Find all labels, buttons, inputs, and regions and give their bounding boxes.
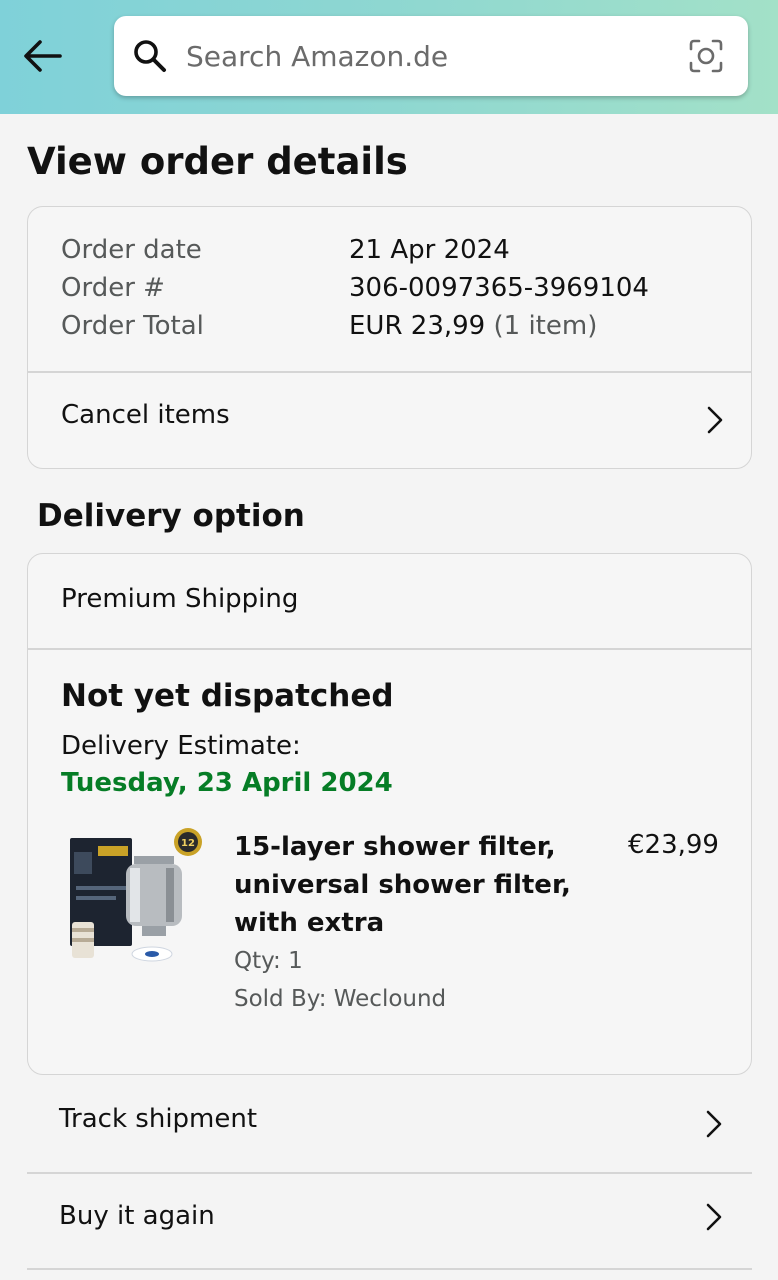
shipping-method: Premium Shipping	[61, 584, 299, 614]
svg-text:12: 12	[181, 838, 195, 849]
cancel-items-label: Cancel items	[61, 400, 230, 430]
buy-it-again-row[interactable]: Buy it again	[27, 1173, 752, 1269]
product-title[interactable]: 15-layer shower filter, universal shower…	[234, 828, 574, 942]
delivery-card: Premium Shipping Not yet dispatched Deli…	[27, 553, 752, 1075]
order-date-label: Order date	[61, 235, 202, 265]
order-total-value: EUR 23,99 (1 item)	[349, 311, 597, 341]
order-summary-card: Order date 21 Apr 2024 Order # 306-00973…	[27, 206, 752, 469]
delivery-estimate-label: Delivery Estimate:	[61, 731, 301, 761]
buy-it-again-label: Buy it again	[59, 1201, 215, 1231]
order-total-amount: EUR 23,99	[349, 311, 486, 341]
search-bar[interactable]	[114, 16, 748, 96]
track-shipment-row[interactable]: Track shipment	[27, 1076, 752, 1172]
product-title-line: 15-layer shower filter,	[234, 832, 556, 862]
cancel-items-row[interactable]: Cancel items	[28, 372, 751, 468]
search-input[interactable]	[186, 30, 666, 82]
order-total-label: Order Total	[61, 311, 204, 341]
order-item-count: (1 item)	[493, 311, 598, 341]
camera-lens-icon[interactable]	[688, 38, 724, 74]
track-shipment-label: Track shipment	[59, 1104, 258, 1134]
divider	[27, 1268, 752, 1270]
product-quantity: Qty: 1	[234, 948, 303, 974]
back-button[interactable]	[18, 34, 66, 78]
chevron-right-icon	[706, 1203, 722, 1231]
shipment-status: Not yet dispatched	[61, 678, 394, 714]
arrow-left-icon	[24, 40, 62, 72]
search-icon[interactable]	[132, 38, 168, 74]
page-title: View order details	[27, 140, 408, 183]
order-number-label: Order #	[61, 273, 165, 303]
chevron-right-icon	[706, 1110, 722, 1138]
delivery-estimate-date: Tuesday, 23 April 2024	[61, 768, 393, 798]
order-date-value: 21 Apr 2024	[349, 235, 510, 265]
order-number-value: 306-0097365-3969104	[349, 273, 649, 303]
product-image[interactable]: 12	[68, 826, 208, 968]
app-header	[0, 0, 778, 114]
chevron-right-icon	[707, 406, 723, 434]
product-price: €23,99	[628, 830, 719, 860]
product-title-line: with extra	[234, 908, 385, 938]
product-seller: Sold By: Weclound	[234, 986, 447, 1012]
divider	[28, 648, 751, 650]
delivery-section-title: Delivery option	[37, 498, 305, 534]
product-title-line: universal shower filter,	[234, 870, 571, 900]
